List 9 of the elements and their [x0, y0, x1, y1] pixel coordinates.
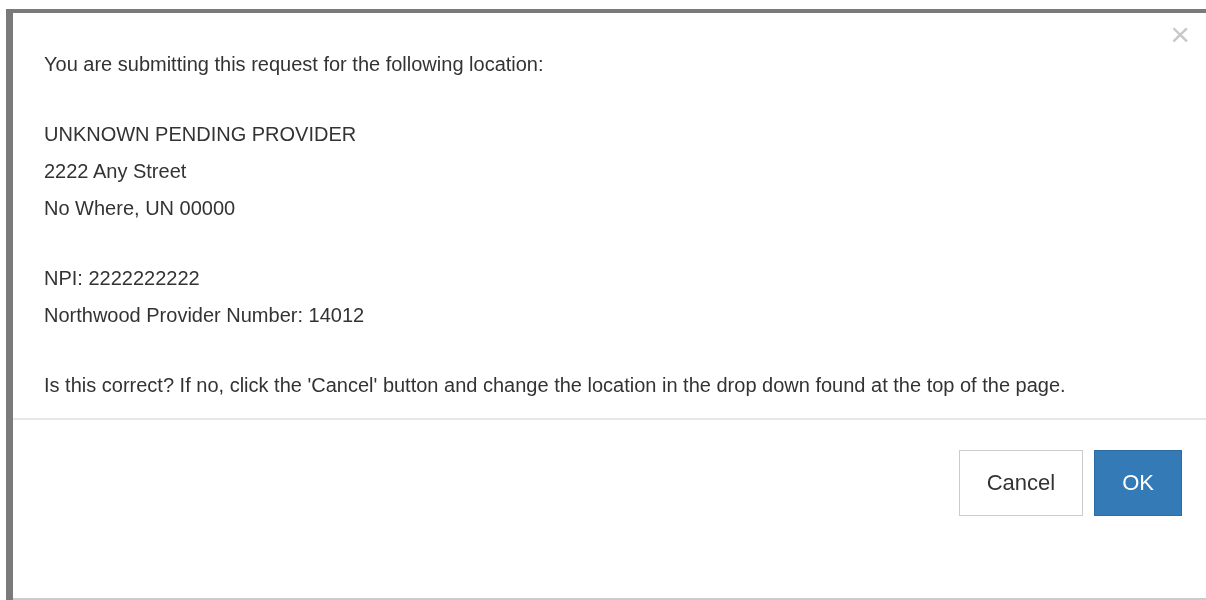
question-text: Is this correct? If no, click the 'Cancel' button and change the location in the drop down found at the top of the page. [44, 373, 1067, 398]
ok-button[interactable]: OK [1094, 450, 1182, 516]
address-line: UNKNOWN PENDING PROVIDER [44, 122, 358, 147]
provider-id-line: NPI: 2222222222 [44, 266, 201, 291]
intro-text: You are submitting this request for the following location: [44, 52, 545, 77]
cancel-button[interactable]: Cancel [958, 450, 1084, 516]
address-line: 2222 Any Street [44, 159, 188, 184]
address-line: No Where, UN 00000 [44, 196, 237, 221]
provider-id-line: Northwood Provider Number: 14012 [44, 303, 366, 328]
